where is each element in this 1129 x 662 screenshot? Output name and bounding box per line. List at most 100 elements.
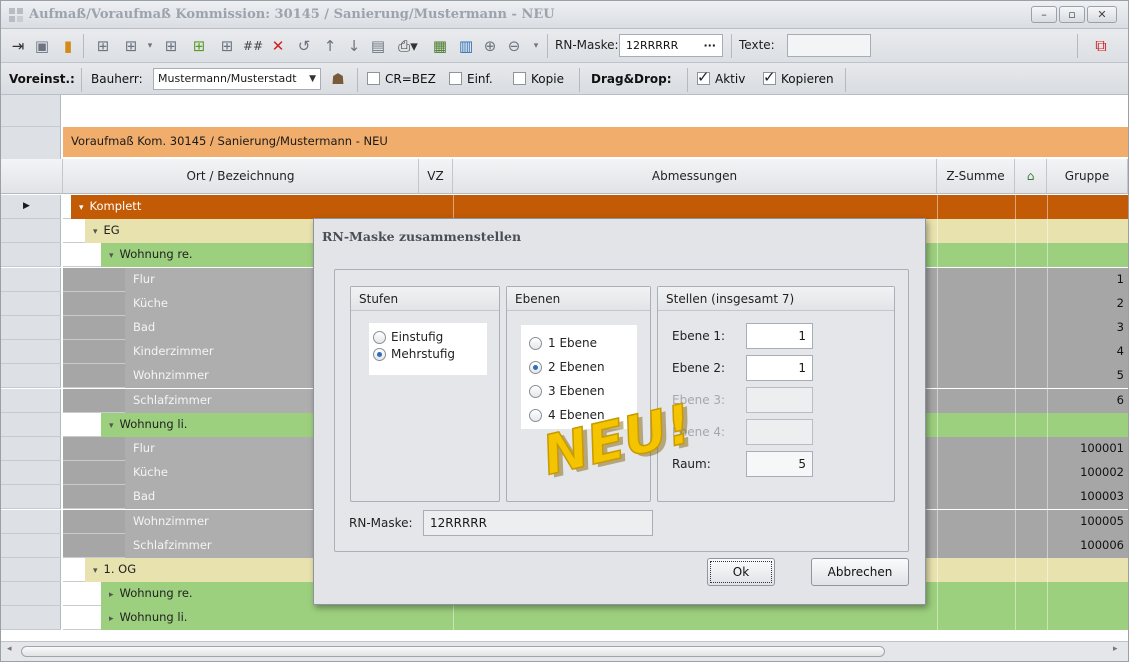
main-window: Aufmaß/Voraufmaß Kommission: 30145 / San… (0, 0, 1129, 662)
mehrstufig-label: Mehrstufig (391, 347, 456, 361)
pin-icon[interactable]: ⇥ (7, 35, 29, 57)
collapse-icon[interactable]: ▾ (93, 227, 98, 237)
undo-icon[interactable]: ↺ (293, 35, 315, 57)
move-down-icon[interactable]: ↓ (343, 35, 365, 57)
rn-mask-ellipsis-button[interactable]: ··· (703, 35, 716, 56)
expand-icon[interactable]: ▸ (109, 614, 114, 624)
close-button[interactable]: ✕ (1087, 6, 1117, 23)
header-vz[interactable]: VZ (419, 159, 453, 194)
row-selector[interactable] (1, 219, 61, 243)
ebene-1-stellen-label: Ebene 1: (672, 329, 726, 343)
einf-checkbox[interactable] (449, 72, 462, 85)
rn-mask-field[interactable]: 12RRRRR ··· (619, 34, 723, 57)
bauherr-select[interactable]: Mustermann/Musterstadt ▼ (153, 68, 321, 90)
rn-mask-value: 12RRRRR (626, 39, 679, 52)
header-ort[interactable]: Ort / Bezeichnung (63, 159, 419, 194)
scroll-left-icon[interactable]: ◂ (7, 644, 12, 654)
collapse-icon[interactable]: ▾ (93, 566, 98, 576)
zoom-out-icon[interactable]: ⊖ (503, 35, 525, 57)
table-row[interactable]: ▾ Komplett (63, 195, 1128, 219)
ebene-4-radio[interactable] (529, 409, 542, 422)
kopieren-checkbox[interactable] (763, 68, 776, 86)
delete-icon[interactable]: ✕ (267, 35, 289, 57)
row-selector[interactable] (1, 582, 61, 606)
header-abmessungen[interactable]: Abmessungen (453, 159, 937, 194)
row-selector[interactable] (1, 510, 61, 534)
scrollbar-thumb[interactable] (21, 646, 885, 657)
add-group-icon[interactable]: ⊞ (187, 35, 211, 57)
collapse-icon[interactable]: ▾ (109, 251, 114, 261)
toolbar: ⇥ ▣ ▮ ⊞ ⊞ ▾ ⊞ ⊞ ⊞ ## ✕ ↺ ↑ ↓ ▤ ⎙▾ ▦ ▥ ⊕ … (1, 29, 1128, 63)
row-selector[interactable] (1, 413, 61, 437)
add-row-icon[interactable]: ⊞ (91, 35, 115, 57)
cr-bez-label: CR=BEZ (385, 72, 436, 86)
move-up-icon[interactable]: ↑ (319, 35, 341, 57)
maximize-button[interactable]: ▫ (1059, 6, 1085, 23)
row-selector[interactable] (1, 461, 61, 485)
mehrstufig-radio[interactable] (373, 348, 386, 361)
window-icon[interactable]: ▣ (31, 35, 53, 57)
zoom-in-icon[interactable]: ⊕ (479, 35, 501, 57)
contacts-icon[interactable]: ☗ (327, 68, 349, 90)
stellen-title: Stellen (insgesamt 7) (658, 287, 894, 311)
column-icon[interactable]: ▮ (57, 35, 79, 57)
row-selector[interactable] (1, 268, 61, 292)
row-label-text: Bad (133, 320, 156, 334)
horizontal-scrollbar[interactable]: ◂ ▸ (1, 641, 1128, 661)
row-selector[interactable] (1, 437, 61, 461)
table-row[interactable]: ▸ Wohnung li. (63, 606, 1128, 630)
row-selector[interactable] (1, 364, 61, 388)
add-child-icon[interactable]: ⊞ (159, 35, 183, 57)
rn-mask-dialog-field[interactable]: 12RRRRR (423, 510, 653, 536)
stellen-group: Stellen (insgesamt 7) Ebene 1: 1 Ebene 2… (657, 286, 895, 502)
aktiv-checkbox[interactable] (697, 68, 710, 86)
append-row-icon[interactable]: ⊞ (215, 35, 239, 57)
dropdown-arrow-icon[interactable]: ▾ (145, 35, 155, 57)
row-selector[interactable] (1, 558, 61, 582)
insert-row-icon[interactable]: ⊞ (119, 35, 143, 57)
preview-icon[interactable]: ▦ (429, 35, 451, 57)
scroll-right-icon[interactable]: ▸ (1113, 644, 1118, 654)
raum-stellen-input[interactable]: 5 (746, 451, 813, 477)
row-selector[interactable] (1, 243, 61, 267)
collapse-icon[interactable]: ▾ (109, 421, 114, 431)
row-selector[interactable] (1, 292, 61, 316)
expand-icon[interactable]: ▸ (109, 590, 114, 600)
external-window-icon[interactable]: ⧉ (1089, 35, 1113, 57)
row-label-text: Wohnung re. (119, 247, 193, 261)
row-selector[interactable] (1, 340, 61, 364)
einstufig-label: Einstufig (391, 330, 444, 344)
ebene-4-stellen-input[interactable] (746, 419, 813, 445)
cr-bez-checkbox[interactable] (367, 72, 380, 85)
minimize-button[interactable]: – (1031, 6, 1057, 23)
table-icon[interactable]: ▥ (455, 35, 477, 57)
ebene-2-stellen-input[interactable]: 1 (746, 355, 813, 381)
header-gruppe[interactable]: Gruppe (1047, 159, 1128, 194)
more-dropdown-icon[interactable]: ▾ (529, 35, 543, 57)
collapse-icon[interactable]: ▾ (79, 203, 84, 213)
save-icon[interactable]: ▤ (367, 35, 389, 57)
ebene-1-radio[interactable] (529, 337, 542, 350)
header-z-summe[interactable]: Z-Summe (937, 159, 1015, 194)
kopieren-label: Kopieren (781, 72, 834, 86)
ebene-2-radio[interactable] (529, 361, 542, 374)
row-selector[interactable] (1, 316, 61, 340)
rn-mask-label: RN-Maske: (555, 38, 619, 52)
row-selector[interactable]: ▶ (1, 195, 61, 219)
ebene-3-radio[interactable] (529, 385, 542, 398)
numbering-icon[interactable]: ## (241, 35, 265, 57)
print-icon[interactable]: ⎙▾ (393, 35, 423, 57)
ebene-3-stellen-input[interactable] (746, 387, 813, 413)
einstufig-radio[interactable] (373, 331, 386, 344)
row-selector[interactable] (1, 389, 61, 413)
cancel-button[interactable]: Abbrechen (811, 558, 909, 586)
ok-button[interactable]: Ok (707, 558, 775, 586)
header-house-icon[interactable]: ⌂ (1015, 159, 1047, 194)
row-selector[interactable] (1, 485, 61, 509)
row-selector[interactable] (1, 606, 61, 630)
kopie-checkbox[interactable] (513, 72, 526, 85)
row-selector[interactable] (1, 534, 61, 558)
row-label: ▸ Wohnung li. (101, 606, 419, 630)
texte-field[interactable] (787, 34, 871, 57)
ebene-1-stellen-input[interactable]: 1 (746, 323, 813, 349)
